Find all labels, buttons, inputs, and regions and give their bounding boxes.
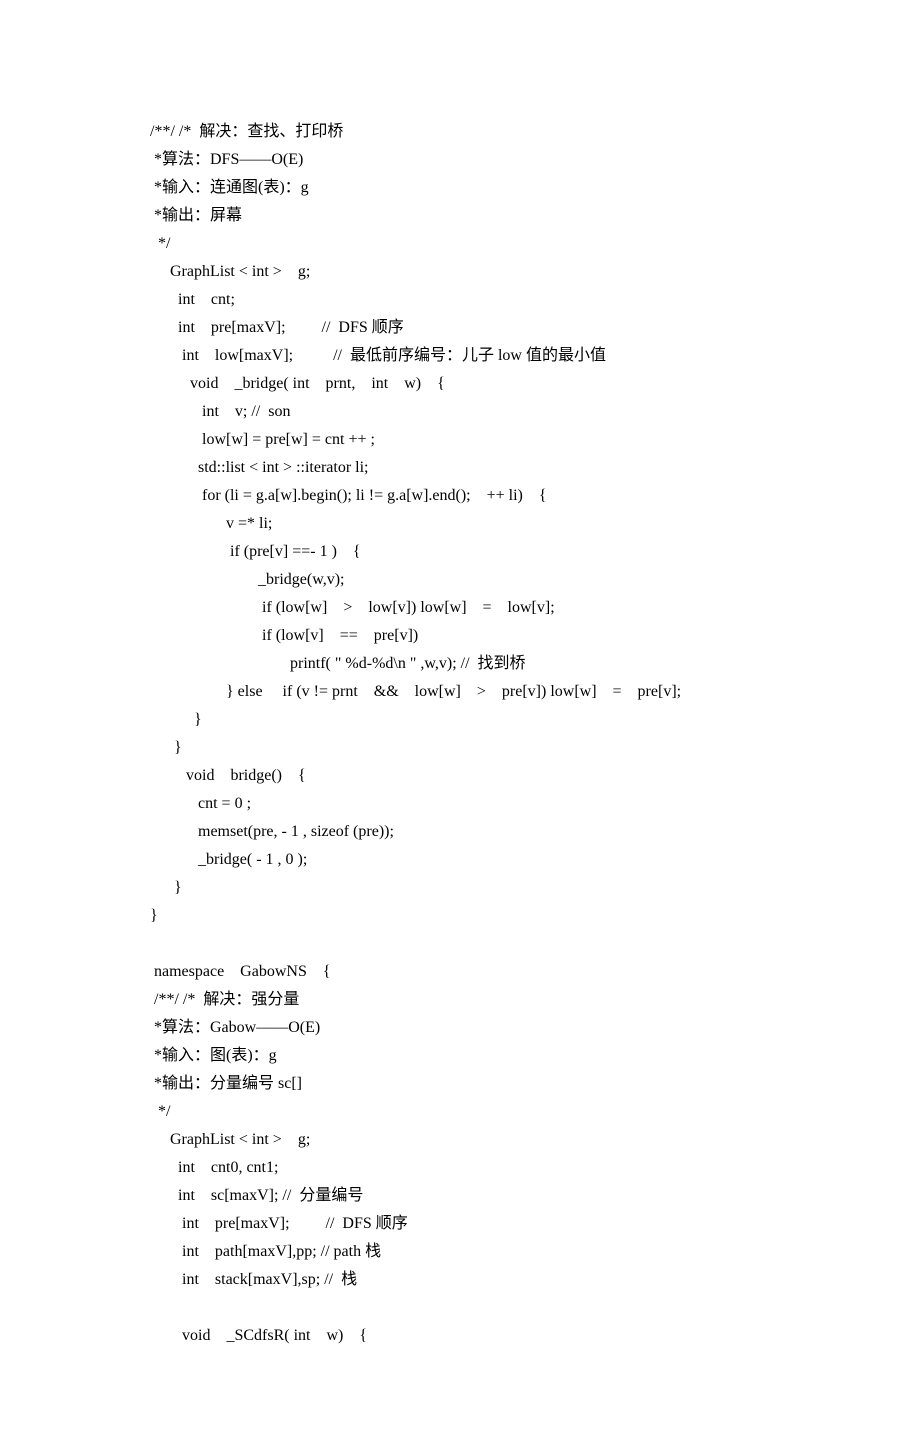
code-block: /**/ /* 解决：查找、打印桥 *算法：DFS——O(E) *输入：连通图(… <box>150 118 770 1350</box>
code-document-page: /**/ /* 解决：查找、打印桥 *算法：DFS——O(E) *输入：连通图(… <box>0 0 920 1430</box>
